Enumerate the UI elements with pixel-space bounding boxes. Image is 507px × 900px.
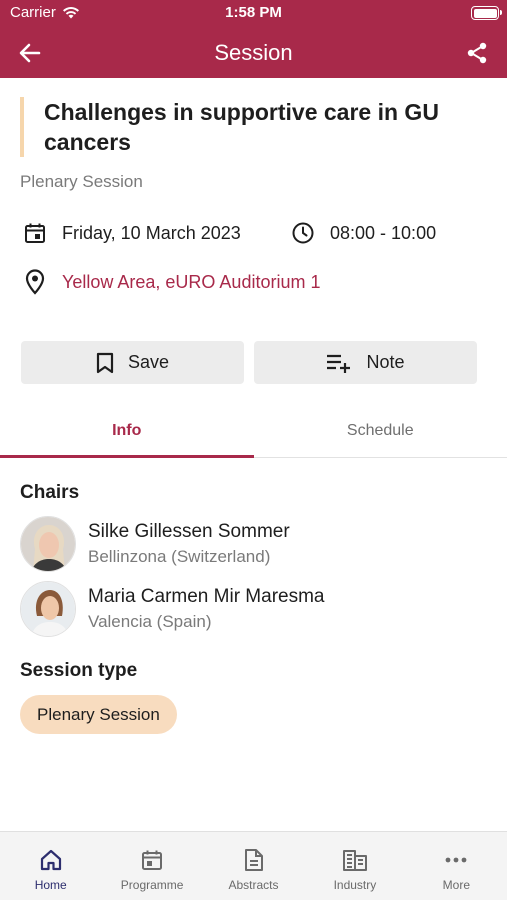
clock-icon	[290, 220, 316, 246]
calendar-icon	[142, 850, 163, 870]
back-button[interactable]	[14, 38, 46, 68]
home-icon	[40, 849, 61, 871]
save-label: Save	[127, 352, 170, 372]
bottom-tab-bar: Home Programme Abstracts Industry More	[0, 831, 507, 900]
tab-schedule[interactable]: Schedule	[254, 405, 507, 457]
tab-info[interactable]: Info	[0, 405, 254, 458]
session-type-heading: Session type	[20, 660, 138, 681]
note-button[interactable]: Note	[254, 341, 477, 384]
save-button[interactable]: Save	[21, 341, 244, 384]
session-title-block: Challenges in supportive care in GU canc…	[20, 97, 490, 157]
session-location-link[interactable]: Yellow Area, eURO Auditorium 1	[62, 272, 320, 293]
chair-item[interactable]: Maria Carmen Mir Maresma Valencia (Spain…	[20, 581, 324, 637]
document-icon	[244, 849, 263, 871]
session-tabs: Info Schedule	[0, 405, 507, 458]
tabbar-industry-label: Industry	[333, 878, 377, 892]
note-label: Note	[366, 352, 405, 372]
tabbar-more-label: More	[442, 878, 470, 892]
session-date: Friday, 10 March 2023	[62, 222, 241, 243]
session-title: Challenges in supportive care in GU canc…	[44, 99, 439, 155]
tabbar-abstracts-label: Abstracts	[228, 878, 279, 892]
chairs-heading: Chairs	[20, 482, 80, 503]
arrow-left-icon	[19, 43, 41, 63]
chair-name: Silke Gillessen Sommer	[88, 521, 290, 542]
share-icon	[467, 42, 487, 64]
tabbar-home-label: Home	[34, 878, 67, 892]
avatar	[20, 516, 76, 572]
tabbar-more[interactable]: More	[406, 832, 507, 900]
tabbar-programme-label: Programme	[120, 878, 184, 892]
tabbar-industry[interactable]: Industry	[304, 832, 405, 900]
nav-bar: Session	[0, 28, 507, 78]
more-icon	[445, 857, 467, 863]
avatar	[20, 581, 76, 637]
chair-name: Maria Carmen Mir Maresma	[88, 586, 325, 607]
playlist-add-icon	[327, 354, 351, 373]
session-type-badge[interactable]: Plenary Session	[20, 695, 177, 734]
share-button[interactable]	[461, 38, 493, 68]
chair-location: Bellinzona (Switzerland)	[88, 547, 271, 566]
session-location-row[interactable]: Yellow Area, eURO Auditorium 1	[22, 269, 320, 295]
session-time: 08:00 - 10:00	[330, 222, 437, 243]
session-date-row: Friday, 10 March 2023	[22, 220, 241, 246]
session-subtitle: Plenary Session	[20, 172, 143, 191]
tabbar-abstracts[interactable]: Abstracts	[203, 832, 304, 900]
calendar-icon	[22, 220, 48, 246]
chair-item[interactable]: Silke Gillessen Sommer Bellinzona (Switz…	[20, 516, 290, 572]
battery-icon	[471, 6, 502, 20]
building-icon	[342, 850, 367, 871]
bookmark-icon	[96, 352, 114, 373]
location-pin-icon	[22, 269, 48, 295]
tabbar-home[interactable]: Home	[0, 832, 101, 900]
session-time-row: 08:00 - 10:00	[290, 220, 436, 246]
status-bar: Carrier 1:58 PM	[0, 0, 507, 28]
chair-location: Valencia (Spain)	[88, 612, 212, 631]
page-title: Session	[214, 40, 293, 65]
tabbar-programme[interactable]: Programme	[101, 832, 202, 900]
status-time: 1:58 PM	[225, 4, 282, 21]
